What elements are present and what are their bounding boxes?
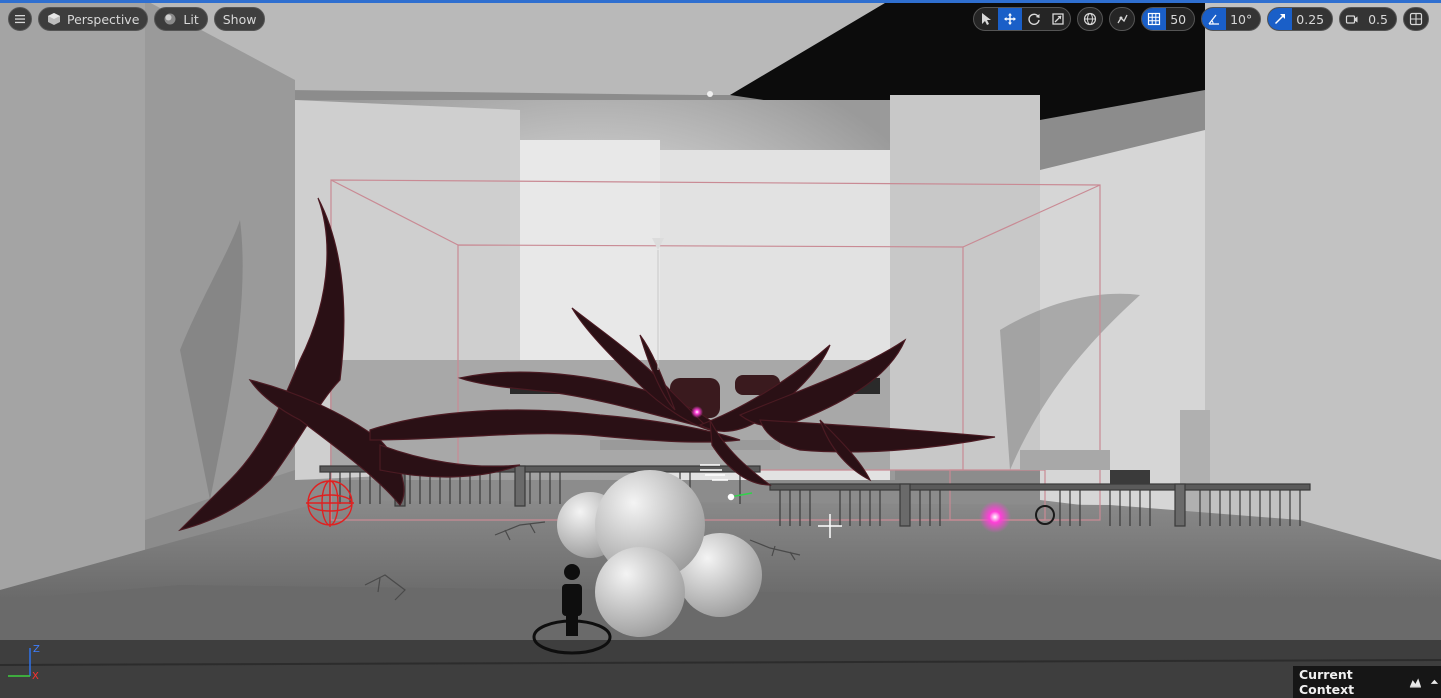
scale-tool-button[interactable] [1046, 8, 1070, 30]
viewport-toolbar-right: 50 10° 0.25 0.5 [973, 7, 1429, 31]
viewport-layout-group [1403, 7, 1429, 31]
sphere-lit-icon [164, 13, 176, 25]
ceiling-light-1 [707, 91, 713, 97]
crosshair-cursor [818, 514, 842, 538]
scale-snap-toggle[interactable] [1268, 8, 1293, 30]
rotation-snap-value[interactable]: 10° [1226, 12, 1260, 27]
transform-tools-group [973, 7, 1072, 31]
surface-snap-icon [1117, 14, 1128, 24]
show-label: Show [222, 11, 257, 27]
rotate-icon [1028, 13, 1040, 25]
scale-icon [1052, 13, 1064, 25]
axis-x-label: X [32, 671, 39, 682]
lit-label: Lit [183, 11, 199, 27]
rotate-tool-button[interactable] [1022, 8, 1046, 30]
hamburger-icon [15, 15, 25, 24]
viewport-layout-button[interactable] [1404, 8, 1428, 30]
scale-snap-value[interactable]: 0.25 [1292, 12, 1332, 27]
cube-icon [48, 13, 60, 25]
current-context-label: Current Context [1299, 667, 1355, 697]
layout-grid-icon [1409, 12, 1423, 26]
right-wall-far [1205, 0, 1441, 560]
context-chart-icon [1410, 678, 1422, 688]
viewport-scene[interactable] [0, 0, 1441, 698]
grid-icon [1148, 12, 1161, 26]
camera-speed-group: 0.5 [1339, 7, 1397, 31]
angle-icon [1208, 14, 1220, 25]
caret-up-icon [1430, 679, 1439, 684]
lit-view-mode-button[interactable]: Lit [154, 7, 208, 31]
camera-speed-value[interactable]: 0.5 [1364, 12, 1396, 27]
floor-edge-dark [0, 640, 1441, 698]
perspective-button[interactable]: Perspective [38, 7, 149, 31]
viewport-menu-button[interactable] [8, 7, 32, 31]
axis-z-label: Z [33, 644, 40, 655]
back-wall-lower-band [330, 360, 900, 470]
viewport-toolbar-left: Perspective Lit Show [8, 7, 266, 31]
surface-snapping-group [1109, 7, 1136, 31]
grid-snap-value[interactable]: 50 [1166, 12, 1194, 27]
show-flags-button[interactable]: Show [213, 7, 266, 31]
select-tool-button[interactable] [974, 8, 998, 30]
rotation-snap-toggle[interactable] [1202, 8, 1227, 30]
globe-icon [1084, 12, 1097, 26]
cursor-arrow-icon [982, 13, 992, 25]
grid-snap-group: 50 [1141, 7, 1196, 31]
perspective-label: Perspective [67, 11, 140, 27]
grid-snap-toggle[interactable] [1142, 8, 1167, 30]
surface-snapping-button[interactable] [1110, 8, 1134, 30]
move-arrows-icon [1004, 13, 1017, 25]
pink-particle-emitter [979, 501, 1011, 533]
scale-snap-group: 0.25 [1267, 7, 1334, 31]
scale-arrow-icon [1275, 14, 1286, 25]
rotation-snap-group: 10° [1201, 7, 1262, 31]
level-viewport[interactable]: Perspective Lit Show 50 10° 0.25 0.5 Z X… [0, 0, 1441, 698]
camera-icon [1346, 15, 1358, 24]
translate-tool-button[interactable] [998, 8, 1023, 30]
axis-gizmo: Z X [8, 644, 40, 682]
camera-speed-button[interactable] [1340, 8, 1364, 30]
left-wall [0, 0, 145, 590]
world-space-button[interactable] [1078, 8, 1102, 30]
viewport-active-accent [0, 0, 1441, 3]
coordinate-system-group [1077, 7, 1104, 31]
current-context-button[interactable]: Current Context [1293, 666, 1441, 698]
